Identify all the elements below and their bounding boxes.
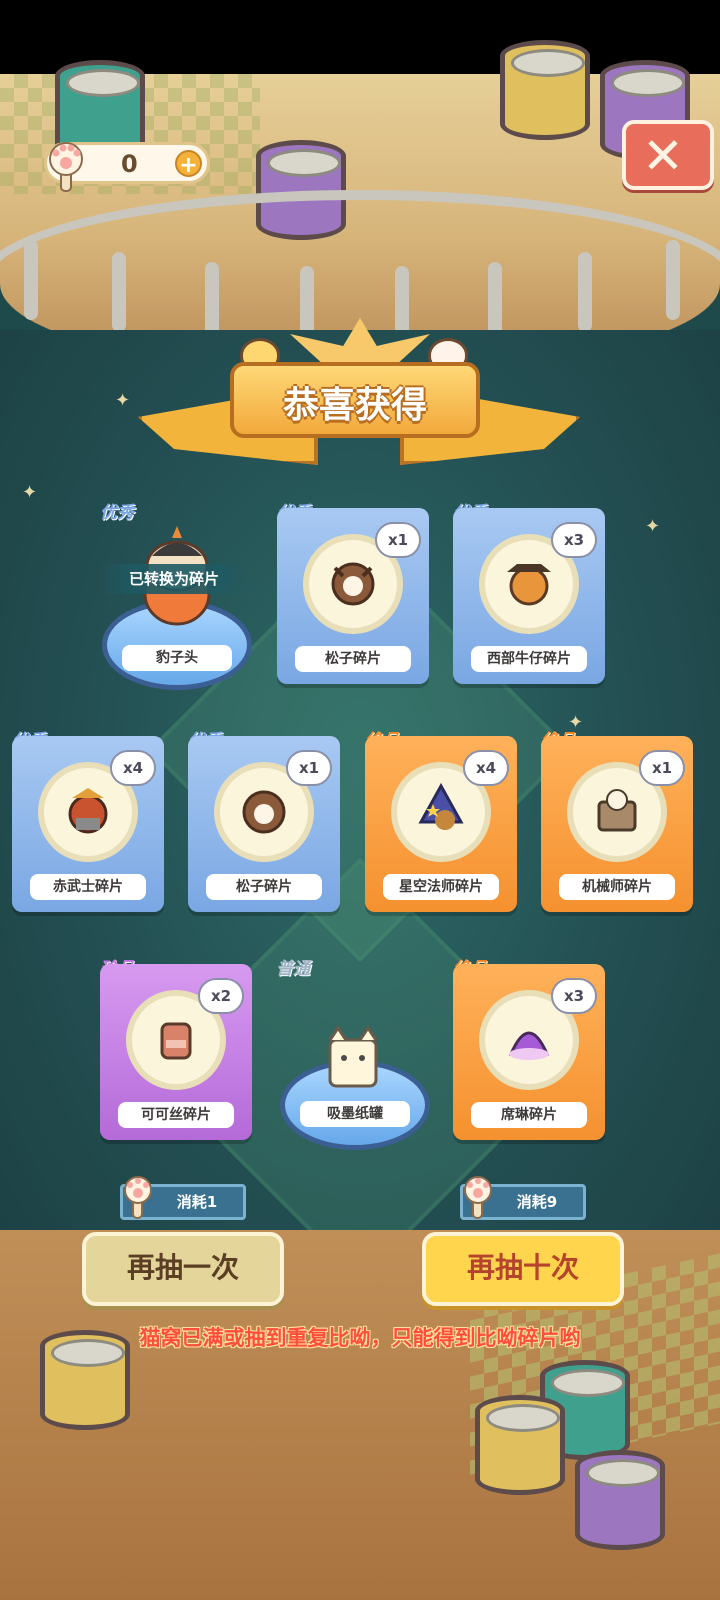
reward-count: x3 xyxy=(551,978,597,1014)
reward-name: 席琳碎片 xyxy=(471,1102,587,1128)
reward-name: 松子碎片 xyxy=(295,646,411,672)
blotting-paper-can-icon xyxy=(328,1026,378,1088)
background-railing xyxy=(0,190,720,340)
reward-card[interactable]: x2 可可丝碎片 xyxy=(100,964,252,1140)
celine-cat-fragment-icon xyxy=(508,1031,550,1060)
banner-title: 恭喜获得 xyxy=(282,385,427,426)
paw-token-icon xyxy=(49,142,83,192)
railing-post xyxy=(112,252,126,332)
pinecone-cat-fragment-icon xyxy=(331,562,375,606)
reward-count: x2 xyxy=(198,978,244,1014)
cocos-cat-fragment-icon xyxy=(160,1022,192,1060)
paw-token-icon xyxy=(464,1176,492,1219)
reward-name: 可可丝碎片 xyxy=(118,1102,234,1128)
duplicate-notice: 猫窝已满或抽到重复比呦，只能得到比呦碎片哟 xyxy=(139,1326,581,1350)
sparkle-icon: ✦ xyxy=(22,482,38,503)
cowboy-cat-fragment-icon xyxy=(507,564,551,606)
reward-card[interactable]: x1 机械师碎片 xyxy=(541,736,693,912)
reward-name: 赤武士碎片 xyxy=(30,874,146,900)
red-samurai-cat-fragment-icon xyxy=(68,788,108,834)
rarity-label: 普通 xyxy=(276,959,310,979)
reward-name: 吸墨纸罐 xyxy=(300,1101,410,1127)
reward-name: 豹子头 xyxy=(122,645,232,671)
converted-to-fragment-label: 已转换为碎片 xyxy=(98,564,250,594)
background-can xyxy=(575,1450,665,1550)
star-mage-cat-fragment-icon xyxy=(418,782,464,830)
add-currency-button[interactable]: + xyxy=(175,150,202,178)
reward-count: x4 xyxy=(110,750,156,786)
rarity-label: 优秀 xyxy=(100,503,134,523)
draw-ten-button[interactable]: 再抽十次 xyxy=(422,1232,624,1306)
currency-counter: 0 + xyxy=(44,142,210,192)
reward-card[interactable]: x3 西部牛仔碎片 xyxy=(453,508,605,684)
reward-count: x3 xyxy=(551,522,597,558)
railing-post xyxy=(666,240,680,320)
reward-card[interactable]: x4 赤武士碎片 xyxy=(12,736,164,912)
reward-card[interactable]: x1 松子碎片 xyxy=(277,508,429,684)
close-icon: ✕ xyxy=(642,127,684,185)
reward-count: x1 xyxy=(286,750,332,786)
reward-name: 西部牛仔碎片 xyxy=(471,646,587,672)
railing-post xyxy=(578,252,592,332)
reward-name: 机械师碎片 xyxy=(559,874,675,900)
reward-card[interactable]: x1 松子碎片 xyxy=(188,736,340,912)
reward-card[interactable]: x4 星空法师碎片 xyxy=(365,736,517,912)
reward-name: 松子碎片 xyxy=(206,874,322,900)
paw-token-icon xyxy=(124,1176,152,1219)
reward-card[interactable]: x3 席琳碎片 xyxy=(453,964,605,1140)
background-can xyxy=(500,40,590,140)
reward-count: x1 xyxy=(375,522,421,558)
draw-once-button[interactable]: 再抽一次 xyxy=(82,1232,284,1306)
railing-post xyxy=(24,240,38,320)
close-button[interactable]: ✕ xyxy=(622,120,714,190)
background-can xyxy=(475,1395,565,1495)
pinecone-cat-fragment-icon xyxy=(242,790,286,834)
reward-name: 星空法师碎片 xyxy=(383,874,499,900)
sparkle-icon: ✦ xyxy=(115,390,131,411)
reward-count: x4 xyxy=(463,750,509,786)
sparkle-icon: ✦ xyxy=(645,516,661,537)
mechanic-cat-fragment-icon xyxy=(597,789,637,832)
currency-value: 0 xyxy=(121,150,138,178)
reward-count: x1 xyxy=(639,750,685,786)
congrats-banner: 恭喜获得 xyxy=(230,362,480,438)
